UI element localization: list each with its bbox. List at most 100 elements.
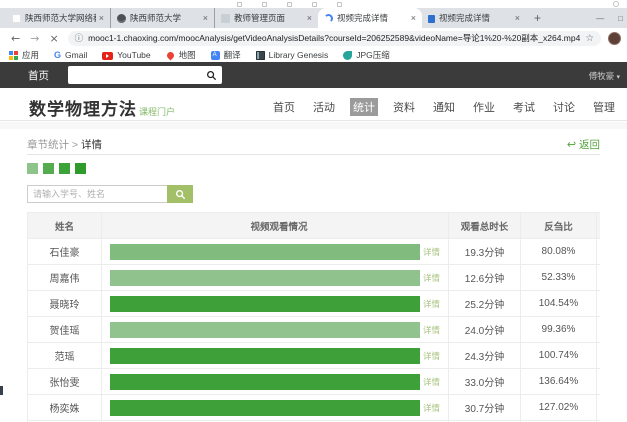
student-search-button[interactable] <box>167 185 193 203</box>
course-menu-item[interactable]: 作业 <box>470 98 498 116</box>
watch-duration: 19.3分钟 <box>449 239 521 264</box>
background-window-artifact <box>0 386 3 395</box>
url-text[interactable]: mooc1-1.chaoxing.com/moocAnalysis/getVid… <box>88 32 580 44</box>
student-name: 贺佳瑶 <box>27 317 102 342</box>
detail-link[interactable]: 详情 <box>423 298 440 310</box>
bookmark-item[interactable]: 地图 <box>166 49 196 61</box>
student-search-input[interactable] <box>27 185 167 203</box>
site-home-link[interactable]: 首页 <box>28 68 49 83</box>
legend-color-square <box>59 163 70 174</box>
detail-link[interactable]: 详情 <box>423 350 440 362</box>
bookmark-star-icon[interactable]: ☆ <box>585 33 594 44</box>
table-row: 贺佳瑶 详情 24.0分钟 99.36% <box>27 317 600 343</box>
bookmark-item[interactable]: Library Genesis <box>256 50 329 60</box>
course-menu-item[interactable]: 统计 <box>350 98 378 116</box>
maximize-button[interactable]: □ <box>618 14 623 23</box>
watch-cell: 详情 <box>102 291 449 316</box>
bookmark-item[interactable]: YouTube <box>102 50 150 60</box>
student-search-row <box>27 185 600 203</box>
background-window-artifact <box>312 2 317 7</box>
tab-close-icon[interactable]: × <box>307 13 312 23</box>
column-header-duration: 观看总时长 <box>449 213 521 238</box>
profile-avatar[interactable] <box>608 32 621 45</box>
user-menu[interactable]: 傅牧豪 ▾ <box>589 70 620 82</box>
watch-level-legend <box>27 163 600 174</box>
tab-close-icon[interactable]: × <box>99 13 104 23</box>
jpg-icon <box>343 51 352 60</box>
browser-tab[interactable]: 陕西师范大学网络教学平 × <box>6 8 110 28</box>
course-menu-item[interactable]: 活动 <box>310 98 338 116</box>
tab-title: 视频完成详情 <box>337 12 408 24</box>
tab-close-icon[interactable]: × <box>515 13 520 23</box>
breadcrumb-parent[interactable]: 章节统计 <box>27 139 69 151</box>
bookmark-item[interactable]: 翻译 <box>211 49 241 61</box>
back-link[interactable]: ↩ 返回 <box>567 137 600 152</box>
background-window-strip <box>0 0 627 8</box>
site-search-input[interactable] <box>68 68 206 82</box>
watch-duration: 12.6分钟 <box>449 265 521 290</box>
legend-color-square <box>27 163 38 174</box>
browser-tab[interactable]: 陕西师范大学 × <box>110 8 214 28</box>
detail-link[interactable]: 详情 <box>423 376 440 388</box>
bookmark-item[interactable]: JPG压缩 <box>343 49 390 61</box>
user-name: 傅牧豪 <box>589 71 615 81</box>
translate-icon <box>211 51 220 60</box>
watch-duration: 24.0分钟 <box>449 317 521 342</box>
tab-title: 陕西师范大学 <box>130 12 200 24</box>
watch-bar <box>110 244 420 260</box>
omnibox[interactable]: ⓘ mooc1-1.chaoxing.com/moocAnalysis/getV… <box>68 31 601 46</box>
bookmark-item[interactable]: G Gmail <box>54 50 87 60</box>
rumination-ratio: 52.33% <box>521 265 597 290</box>
detail-link[interactable]: 详情 <box>423 324 440 336</box>
rumination-ratio: 80.08% <box>521 239 597 264</box>
background-window-artifact <box>613 1 619 7</box>
search-icon[interactable] <box>206 70 217 81</box>
detail-link[interactable]: 详情 <box>423 272 440 284</box>
tab-title: 视频完成详情 <box>439 12 512 24</box>
content-top-strip <box>0 122 627 129</box>
portal-label[interactable]: 课程门户 <box>139 107 175 117</box>
course-menu-item[interactable]: 讨论 <box>550 98 578 116</box>
table-row: 石佳豪 详情 19.3分钟 80.08% <box>27 239 600 265</box>
watch-cell: 详情 <box>102 343 449 368</box>
course-menu-item[interactable]: 资料 <box>390 98 418 116</box>
detail-link[interactable]: 详情 <box>423 402 440 414</box>
column-header-ratio: 反刍比 <box>521 213 597 238</box>
browser-tab[interactable]: 视频完成详情 × <box>318 8 422 28</box>
minimize-button[interactable]: — <box>596 14 604 23</box>
search-icon <box>175 189 186 200</box>
course-menu-item[interactable]: 通知 <box>430 98 458 116</box>
new-tab-button[interactable]: + <box>534 8 541 28</box>
table-header: 姓名 视频观看情况 观看总时长 反刍比 <box>27 213 600 239</box>
background-window-artifact <box>237 2 242 7</box>
maps-icon <box>165 50 175 60</box>
course-menu-item[interactable]: 管理 <box>590 98 618 116</box>
student-table-body: 石佳豪 详情 19.3分钟 80.08% 周嘉伟 详情 12.6分钟 52.33… <box>27 239 600 422</box>
bookmark-item[interactable]: 应用 <box>9 49 39 61</box>
stop-loading-icon[interactable]: × <box>49 32 58 45</box>
table-row: 聂晓玲 详情 25.2分钟 104.54% <box>27 291 600 317</box>
rumination-ratio: 100.74% <box>521 343 597 368</box>
browser-tab[interactable]: 视频完成详情 × <box>422 8 526 28</box>
student-name: 聂晓玲 <box>27 291 102 316</box>
site-topbar: 首页 傅牧豪 ▾ <box>0 62 627 88</box>
browser-tab[interactable]: 教师管理页面 × <box>214 8 318 28</box>
tab-close-icon[interactable]: × <box>411 13 416 23</box>
address-bar: ← → × ⓘ mooc1-1.chaoxing.com/moocAnalysi… <box>0 28 627 48</box>
apps-grid-icon <box>9 51 18 60</box>
forward-icon[interactable]: → <box>30 32 39 45</box>
course-menu-item[interactable]: 首页 <box>270 98 298 116</box>
watch-bar <box>110 296 420 312</box>
student-name: 周嘉伟 <box>27 265 102 290</box>
window-controls: — □ <box>596 8 623 28</box>
site-search-box[interactable] <box>68 66 222 84</box>
student-name: 张怡雯 <box>27 369 102 394</box>
blank-favicon <box>12 14 21 23</box>
back-icon[interactable]: ← <box>11 32 20 45</box>
site-info-icon[interactable]: ⓘ <box>75 32 84 44</box>
doc-favicon <box>428 15 435 23</box>
legend-color-square <box>75 163 86 174</box>
tab-close-icon[interactable]: × <box>203 13 208 23</box>
detail-link[interactable]: 详情 <box>423 246 440 258</box>
course-menu-item[interactable]: 考试 <box>510 98 538 116</box>
